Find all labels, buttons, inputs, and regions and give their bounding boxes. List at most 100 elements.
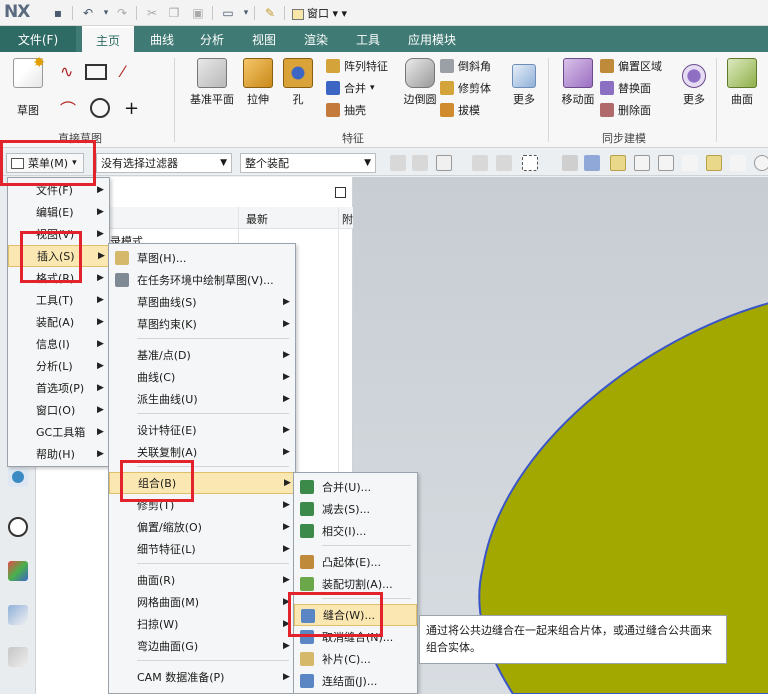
main-menu-item-1[interactable]: 编辑(E) ▶: [8, 201, 109, 223]
draft-button[interactable]: 拔模: [440, 102, 480, 118]
hole-button[interactable]: 孔: [272, 58, 324, 107]
tab-view[interactable]: 视图: [252, 26, 276, 52]
line-icon[interactable]: ⁄: [121, 62, 124, 81]
insert-menu-item-16[interactable]: 弯边曲面(G) ▶: [109, 635, 295, 657]
select-icon-4[interactable]: [496, 155, 512, 171]
tab-home[interactable]: 主页: [82, 26, 135, 52]
save-icon[interactable]: ▪: [50, 5, 66, 21]
copy-icon[interactable]: ❐: [166, 5, 182, 21]
chamfer-button[interactable]: 倒斜角: [440, 58, 491, 74]
main-menu-item-5[interactable]: 工具(T) ▶: [8, 289, 109, 311]
view-icon-1[interactable]: [562, 155, 578, 171]
tab-analysis[interactable]: 分析: [200, 26, 224, 52]
edge-blend-button[interactable]: 边倒圆: [394, 58, 446, 107]
sketch-tools-row[interactable]: ∿ ⁄: [60, 62, 124, 81]
display-dropdown-icon[interactable]: ▾: [238, 5, 254, 21]
curve-snap-icon[interactable]: [682, 155, 698, 171]
insert-menu-item-4[interactable]: 基准/点(D) ▶: [109, 344, 295, 366]
insert-menu-item-0[interactable]: 草图(H)...: [109, 247, 295, 269]
undo-dropdown-icon[interactable]: ▾: [98, 5, 114, 21]
redo-icon[interactable]: ↷: [114, 5, 130, 21]
snap-icon[interactable]: [436, 155, 452, 171]
cut-icon[interactable]: ✂: [144, 5, 160, 21]
delete-face-button[interactable]: 删除面: [600, 102, 651, 118]
shell-icon: [326, 103, 340, 117]
combine-menu-item-8[interactable]: 连结面(J)...: [294, 670, 417, 692]
insert-menu-item-12[interactable]: 细节特征(L) ▶: [109, 538, 295, 560]
insert-menu-item-13[interactable]: 曲面(R) ▶: [109, 569, 295, 591]
type-filter-combo[interactable]: 没有选择过滤器 ▼: [96, 153, 232, 173]
combine-menu-item-3[interactable]: 凸起体(E)...: [294, 551, 417, 573]
select-icon-2[interactable]: [412, 155, 428, 171]
insert-menu-item-11[interactable]: 偏置/缩放(O) ▶: [109, 516, 295, 538]
main-menu-item-6[interactable]: 装配(A) ▶: [8, 311, 109, 333]
insert-menu-item-6[interactable]: 派生曲线(U) ▶: [109, 388, 295, 410]
insert-menu-item-1[interactable]: 在任务环境中绘制草图(V)...: [109, 269, 295, 291]
arc-icon[interactable]: ⌒: [60, 96, 76, 120]
combine-menu-item-1[interactable]: 减去(S)...: [294, 498, 417, 520]
select-icon-1[interactable]: [390, 155, 406, 171]
combine-menu-item-0[interactable]: 合并(U)...: [294, 476, 417, 498]
center-icon[interactable]: [754, 155, 768, 171]
profile-icon[interactable]: ∿: [60, 62, 73, 81]
select-icon-3[interactable]: [472, 155, 488, 171]
insert-menu-item-7[interactable]: 设计特征(E) ▶: [109, 419, 295, 441]
main-menu-item-12[interactable]: 帮助(H) ▶: [8, 443, 109, 465]
combine-menu-item-2[interactable]: 相交(I)...: [294, 520, 417, 542]
shell-button[interactable]: 抽壳: [326, 102, 366, 118]
column-latest[interactable]: 最新: [246, 211, 268, 227]
more-feature-button[interactable]: 更多: [498, 58, 550, 107]
insert-menu-item-17[interactable]: CAM 数据准备(P) ▶: [109, 666, 295, 688]
more-sync-button[interactable]: 更多: [668, 58, 720, 107]
touch-mode-icon[interactable]: ✎: [262, 5, 278, 21]
roles-icon[interactable]: [8, 605, 28, 625]
circle-icon[interactable]: [90, 98, 111, 118]
main-menu-item-11[interactable]: GC工具箱 ▶: [8, 421, 109, 443]
combine-menu-item-7[interactable]: 补片(C)...: [294, 648, 417, 670]
replace-face-button[interactable]: 替换面: [600, 80, 651, 96]
insert-menu-item-15[interactable]: 扫掠(W) ▶: [109, 613, 295, 635]
midpoint-icon[interactable]: [658, 155, 674, 171]
datum-plane-button[interactable]: 基准平面: [186, 58, 238, 107]
surface-button[interactable]: 曲面: [716, 58, 768, 107]
main-menu-item-8[interactable]: 分析(L) ▶: [8, 355, 109, 377]
offset-region-button[interactable]: 偏置区域: [600, 58, 662, 74]
unite-button[interactable]: 合并 ▾: [326, 80, 375, 96]
maximize-icon[interactable]: [335, 187, 346, 198]
main-menu-item-7[interactable]: 信息(I) ▶: [8, 333, 109, 355]
insert-menu-item-2[interactable]: 草图曲线(S) ▶: [109, 291, 295, 313]
sketch-tools-row-2[interactable]: ⌒ +: [60, 96, 139, 120]
window-menu[interactable]: 窗口 ▾ ▾: [292, 5, 347, 21]
display-icon[interactable]: ▭: [220, 5, 236, 21]
insert-menu-item-3[interactable]: 草图约束(K) ▶: [109, 313, 295, 335]
pattern-feature-button[interactable]: 阵列特征: [326, 58, 388, 74]
tab-curve[interactable]: 曲线: [150, 26, 174, 52]
undo-icon[interactable]: ↶: [80, 5, 96, 21]
history-icon[interactable]: [8, 517, 28, 537]
rectangle-icon[interactable]: [85, 63, 108, 80]
assembly-scope-combo[interactable]: 整个装配 ▼: [240, 153, 376, 173]
insert-menu-item-14[interactable]: 网格曲面(M) ▶: [109, 591, 295, 613]
view-icon-2[interactable]: [584, 155, 600, 171]
system-scene-icon[interactable]: [8, 647, 28, 667]
trim-body-button[interactable]: 修剪体: [440, 80, 491, 96]
tab-file[interactable]: 文件(F): [0, 26, 76, 52]
box-select-icon[interactable]: [522, 155, 538, 171]
main-menu-item-9[interactable]: 首选项(P) ▶: [8, 377, 109, 399]
sketch-button[interactable]: ✸ 草图: [2, 55, 54, 118]
submenu-arrow-icon: ▶: [283, 522, 290, 532]
point-snap-icon[interactable]: [610, 155, 626, 171]
palette-icon[interactable]: [8, 561, 28, 581]
web-browser-icon[interactable]: [8, 467, 28, 487]
tangent-icon[interactable]: [730, 155, 746, 171]
tab-tools[interactable]: 工具: [356, 26, 380, 52]
intersection-icon[interactable]: [706, 155, 722, 171]
point-icon[interactable]: +: [124, 98, 139, 119]
insert-menu-item-5[interactable]: 曲线(C) ▶: [109, 366, 295, 388]
main-menu-item-10[interactable]: 窗口(O) ▶: [8, 399, 109, 421]
endpoint-icon[interactable]: [634, 155, 650, 171]
move-face-button[interactable]: 移动面: [552, 58, 604, 107]
tab-applications[interactable]: 应用模块: [408, 26, 456, 52]
tab-render[interactable]: 渲染: [304, 26, 328, 52]
paste-icon[interactable]: ▣: [190, 5, 206, 21]
